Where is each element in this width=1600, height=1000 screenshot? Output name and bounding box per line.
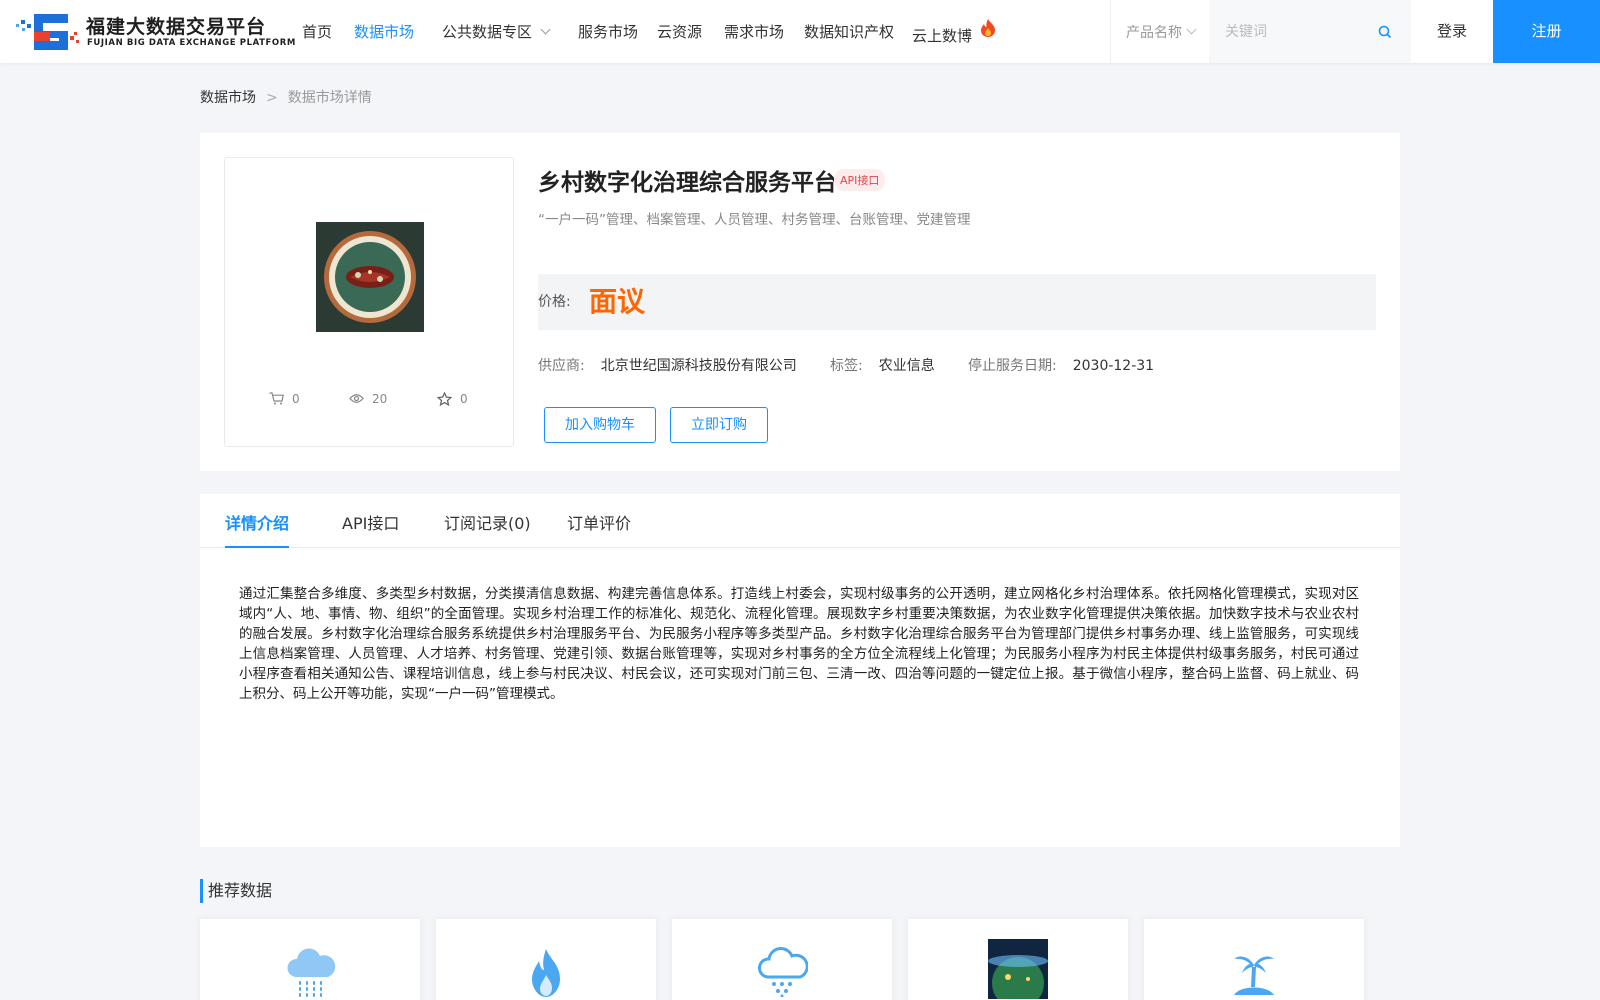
breadcrumb-current: 数据市场详情 (287, 90, 372, 106)
detail-panel: 详情介绍 API接口 订阅记录(0) 订单评价 通过汇集整合多维度、多类型乡村数… (200, 494, 1400, 847)
nav-public-data[interactable]: 公共数据专区 (442, 21, 551, 42)
recommend-card[interactable] (200, 919, 420, 1000)
supplier-value: 北京世纪国源科技股份有限公司 (600, 358, 797, 374)
search-icon[interactable] (1378, 25, 1392, 39)
logo-mark-icon (16, 14, 79, 50)
fire-icon (980, 19, 995, 37)
stop-date-label: 停止服务日期: (968, 358, 1057, 374)
logo-title-en: FUJIAN BIG DATA EXCHANGE PLATFORM (87, 38, 296, 48)
tab-details[interactable]: 详情介绍 (225, 510, 290, 548)
favorite-count: 0 (460, 392, 468, 406)
view-count: 20 (372, 392, 388, 406)
nav-public-data-label: 公共数据专区 (442, 23, 533, 41)
login-button[interactable]: 登录 (1411, 0, 1493, 63)
tab-api[interactable]: API接口 (342, 510, 399, 548)
chevron-down-icon (1186, 24, 1197, 35)
nav-service-market[interactable]: 服务市场 (578, 21, 638, 42)
cart-count: 0 (292, 392, 300, 406)
buy-now-button[interactable]: 立即订购 (670, 407, 768, 443)
recommend-card[interactable] (908, 919, 1128, 1000)
tag-label: 标签: (830, 358, 863, 374)
island-icon (1234, 956, 1274, 995)
api-badge: API接口 (834, 169, 886, 191)
nav-demand-market-label: 需求市场 (724, 23, 785, 41)
recommend-title: 推荐数据 (200, 879, 272, 903)
search-bar: 产品名称 (1110, 0, 1413, 63)
site-logo[interactable]: 福建大数据交易平台 FUJIAN BIG DATA EXCHANGE PLATF… (16, 10, 295, 54)
add-to-cart-button[interactable]: 加入购物车 (544, 407, 656, 443)
product-title: 乡村数字化治理综合服务平台 (538, 170, 837, 196)
tab-subscriptions[interactable]: 订阅记录(0) (444, 510, 531, 548)
nav-cloud-expo-label: 云上数博 (912, 27, 973, 45)
product-description: 通过汇集整合多维度、多类型乡村数据，分类摸清信息数据、构建完善信息体系。打造线上… (239, 586, 1359, 702)
nav-data-market-label: 数据市场 (354, 23, 415, 41)
recommend-card[interactable] (1144, 919, 1364, 1000)
cart-stat: 0 (269, 392, 300, 406)
price-label: 价格: (538, 294, 571, 310)
tag-value: 农业信息 (878, 358, 935, 374)
tag-info: 标签: 农业信息 (830, 355, 935, 375)
supplier-label: 供应商: (538, 358, 585, 374)
view-stat: 20 (349, 392, 387, 406)
product-image-box: 0 20 0 (224, 157, 514, 447)
nav-data-ip-label: 数据知识产权 (804, 23, 895, 41)
earth-image-icon (988, 939, 1048, 999)
product-card: 0 20 0 乡村数字化治理综合服务平台 API接口 “一户一码”管理、档案管理… (200, 133, 1400, 471)
product-stats: 0 20 0 (225, 390, 515, 412)
cart-icon (269, 392, 284, 405)
search-type-select[interactable]: 产品名称 (1126, 22, 1197, 42)
eye-icon (349, 394, 364, 403)
nav-home[interactable]: 首页 (302, 21, 332, 42)
nav-home-label: 首页 (302, 23, 333, 41)
register-button[interactable]: 注册 (1493, 0, 1600, 63)
breadcrumb-home[interactable]: 数据市场 (200, 90, 256, 106)
recommend-card[interactable] (436, 919, 656, 1000)
product-subtitle: “一户一码”管理、档案管理、人员管理、村务管理、台账管理、党建管理 (538, 212, 971, 228)
flame-icon (532, 949, 560, 997)
stop-date-value: 2030-12-31 (1072, 358, 1155, 374)
detail-tabs: 详情介绍 API接口 订阅记录(0) 订单评价 (200, 494, 1400, 548)
stop-date-info: 停止服务日期: 2030-12-31 (968, 355, 1154, 375)
product-image (316, 222, 424, 332)
price-box: 价格: 面议 (538, 274, 1376, 330)
top-header: 福建大数据交易平台 FUJIAN BIG DATA EXCHANGE PLATF… (0, 0, 1600, 63)
tab-reviews[interactable]: 订单评价 (567, 510, 631, 548)
nav-service-market-label: 服务市场 (578, 23, 639, 41)
star-icon (436, 390, 453, 406)
favorite-stat[interactable]: 0 (436, 390, 468, 407)
price-value: 面议 (589, 285, 646, 318)
nav-cloud-expo[interactable]: 云上数博 (912, 19, 997, 46)
breadcrumb: 数据市场 > 数据市场详情 (200, 87, 372, 107)
recommend-card[interactable] (672, 919, 892, 1000)
supplier-info: 供应商: 北京世纪国源科技股份有限公司 (538, 355, 797, 375)
rain-cloud-icon (287, 948, 336, 997)
nav-data-market[interactable]: 数据市场 (354, 21, 414, 42)
snow-cloud-icon (758, 947, 808, 997)
chevron-down-icon (540, 24, 551, 35)
breadcrumb-separator: > (266, 90, 278, 106)
logo-title-cn: 福建大数据交易平台 (86, 16, 267, 38)
nav-data-ip[interactable]: 数据知识产权 (804, 21, 894, 42)
nav-cloud-resource-label: 云资源 (657, 23, 703, 41)
nav-demand-market[interactable]: 需求市场 (724, 21, 784, 42)
nav-cloud-resource[interactable]: 云资源 (657, 21, 702, 42)
search-type-label: 产品名称 (1126, 25, 1182, 41)
